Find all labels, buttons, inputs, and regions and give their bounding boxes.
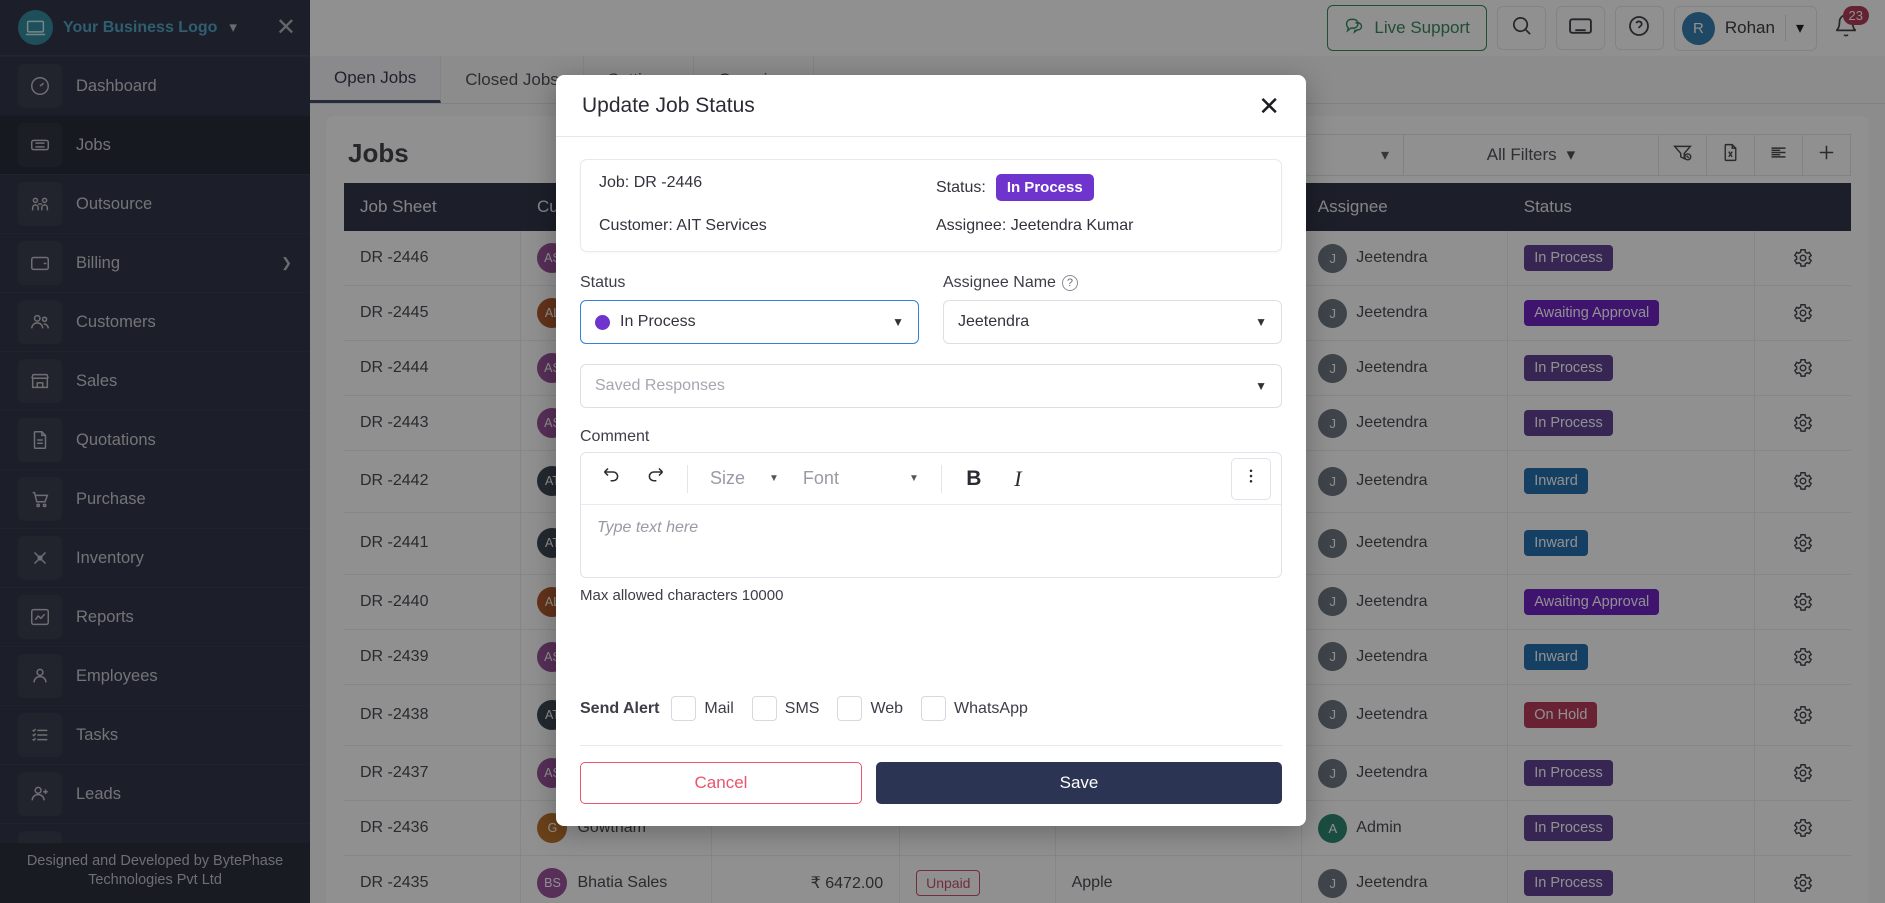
status-select[interactable]: In Process ▼ <box>580 300 919 344</box>
help-circle-icon[interactable]: ? <box>1061 275 1078 291</box>
italic-button[interactable]: I <box>998 459 1038 499</box>
customer-label: Customer: AIT Services <box>599 217 767 234</box>
assignee-field-label-text: Assignee Name <box>943 274 1056 291</box>
saved-responses-select[interactable]: Saved Responses ▼ <box>580 364 1282 408</box>
job-status-row: Status: In Process <box>936 174 1263 201</box>
dialog-actions: Cancel Save <box>580 746 1282 826</box>
assignee-label: Assignee: Jeetendra Kumar <box>936 217 1134 234</box>
editor-toolbar: Size ▼ Font ▼ B I <box>581 453 1281 505</box>
alert-checkbox-mail[interactable] <box>671 696 697 721</box>
update-job-status-dialog: Update Job Status ✕ Job: DR -2446 Status… <box>556 75 1306 826</box>
redo-icon <box>645 465 666 492</box>
saved-responses-group: Saved Responses ▼ <box>580 364 1282 408</box>
size-label: Size <box>710 468 746 488</box>
alert-checkbox-sms[interactable] <box>751 696 777 721</box>
status-field-label: Status <box>580 274 626 291</box>
job-id-label: Job: DR -2446 <box>599 174 703 191</box>
save-button[interactable]: Save <box>876 762 1282 804</box>
assignee-select[interactable]: Jeetendra ▼ <box>943 300 1282 344</box>
send-alert-row: Send Alert Mail SMS Web WhatsApp <box>580 696 1282 721</box>
dialog-title: Update Job Status <box>582 93 755 117</box>
assignee-select-value: Jeetendra <box>958 313 1030 330</box>
comment-input[interactable]: Type text here <box>581 505 1281 577</box>
alert-checkbox-web[interactable] <box>837 696 863 721</box>
divider <box>687 464 688 493</box>
close-icon[interactable]: ✕ <box>1258 93 1280 119</box>
cancel-button[interactable]: Cancel <box>580 762 862 804</box>
send-alert-label: Send Alert <box>580 699 660 717</box>
chevron-down-icon: ▼ <box>908 473 919 484</box>
alert-label-mail: Mail <box>704 699 734 717</box>
bold-button[interactable]: B <box>954 459 994 499</box>
more-options-button[interactable] <box>1231 457 1271 500</box>
status-select-value: In Process <box>620 313 696 330</box>
status-field-group: Status In Process ▼ <box>580 274 919 344</box>
status-badge: In Process <box>995 174 1094 201</box>
comment-label: Comment <box>580 428 650 445</box>
status-color-dot-icon <box>595 314 610 330</box>
undo-button[interactable] <box>591 459 631 499</box>
dialog-header: Update Job Status ✕ <box>556 75 1306 137</box>
redo-button[interactable] <box>635 459 675 499</box>
job-info-box: Job: DR -2446 Status: In Process Custome… <box>580 159 1282 252</box>
font-label: Font <box>802 468 839 488</box>
alert-label-web: Web <box>870 699 904 717</box>
dialog-body: Job: DR -2446 Status: In Process Custome… <box>556 137 1306 826</box>
max-characters-note: Max allowed characters 10000 <box>580 587 784 604</box>
alert-checkbox-whatsapp[interactable] <box>921 696 947 721</box>
undo-icon <box>601 465 622 492</box>
status-label: Status: <box>936 178 986 196</box>
font-dropdown[interactable]: Font ▼ <box>793 468 929 489</box>
alert-label-whatsapp: WhatsApp <box>954 699 1028 717</box>
assignee-field-label: Assignee Name ? <box>943 274 1282 292</box>
divider <box>940 464 942 493</box>
chevron-down-icon: ▼ <box>769 473 779 484</box>
size-dropdown[interactable]: Size ▼ <box>700 468 789 489</box>
chevron-down-icon: ▼ <box>892 315 904 329</box>
assignee-field-group: Assignee Name ? Jeetendra ▼ <box>943 274 1282 344</box>
alert-label-sms: SMS <box>784 699 820 717</box>
chevron-down-icon: ▼ <box>1255 379 1267 393</box>
saved-responses-placeholder: Saved Responses <box>595 377 725 394</box>
comment-editor: Size ▼ Font ▼ B I Type text here <box>580 452 1282 578</box>
status-assignee-row: Status In Process ▼ Assignee Name ? Jeet… <box>580 274 1282 344</box>
kebab-menu-icon <box>1242 467 1260 490</box>
chevron-down-icon: ▼ <box>1255 315 1267 329</box>
